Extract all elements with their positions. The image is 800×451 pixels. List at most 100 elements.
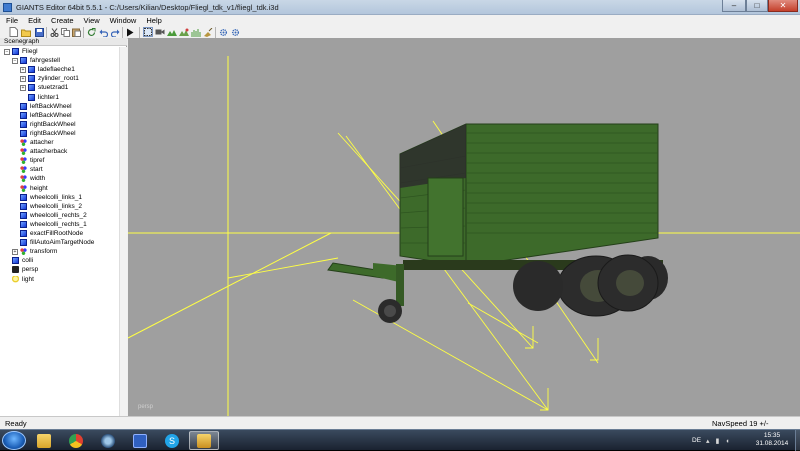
tree-node-label: attacherback bbox=[30, 148, 68, 156]
cube-icon bbox=[20, 202, 27, 210]
tree-node[interactable]: lichter1 bbox=[20, 93, 59, 102]
tree-node-label: leftBackWheel bbox=[30, 111, 72, 119]
tree-node[interactable]: height bbox=[12, 184, 48, 193]
tree-node-label: rightBackWheel bbox=[30, 120, 76, 128]
cube-icon bbox=[20, 230, 27, 237]
tree-node[interactable]: persp bbox=[4, 265, 38, 274]
cube-icon bbox=[20, 120, 27, 128]
menu-edit[interactable]: Edit bbox=[22, 15, 45, 26]
tree-node[interactable]: attacherback bbox=[12, 147, 67, 156]
tree-expander-icon[interactable]: + bbox=[12, 248, 18, 255]
tree-node[interactable]: wheelcolli_rechts_1 bbox=[12, 220, 87, 229]
tree-node[interactable]: leftBackWheel bbox=[12, 102, 72, 111]
tree-node[interactable]: light bbox=[4, 275, 34, 284]
menu-window[interactable]: Window bbox=[104, 15, 141, 26]
tree-node[interactable]: + zylinder_root1 bbox=[20, 74, 79, 83]
close-button[interactable]: ✕ bbox=[768, 0, 798, 12]
save-icon[interactable] bbox=[34, 27, 44, 37]
bulb-icon bbox=[12, 275, 19, 283]
tree-node[interactable]: start bbox=[12, 165, 43, 174]
cube-icon bbox=[28, 93, 35, 101]
foliage-icon[interactable] bbox=[191, 27, 201, 37]
dots-icon bbox=[20, 248, 27, 256]
settings-icon[interactable] bbox=[218, 27, 228, 37]
clock[interactable]: 15:35 31.08.2014 bbox=[752, 432, 792, 448]
file-explorer-icon[interactable] bbox=[29, 431, 59, 450]
menu-file[interactable]: File bbox=[0, 15, 22, 26]
tree-node[interactable]: − Fliegl bbox=[4, 47, 38, 56]
play-icon[interactable] bbox=[125, 27, 135, 37]
tree-node[interactable]: − fahrgestell bbox=[12, 56, 60, 65]
tree-node-label: colli bbox=[22, 257, 34, 265]
cube-icon bbox=[28, 84, 35, 92]
app-icon bbox=[3, 3, 12, 12]
tree-node[interactable]: + ladeflaeche1 bbox=[20, 65, 75, 74]
camera-icon[interactable] bbox=[155, 27, 165, 37]
tree-node-label: start bbox=[30, 166, 43, 174]
tree-node[interactable]: wheelcolli_links_1 bbox=[12, 193, 82, 202]
tree-node[interactable]: rightBackWheel bbox=[12, 120, 76, 129]
tree-expander-icon[interactable]: − bbox=[4, 48, 10, 55]
skype-icon[interactable]: S bbox=[157, 431, 187, 450]
tree-node[interactable]: rightBackWheel bbox=[12, 129, 76, 138]
new-file-icon[interactable] bbox=[8, 27, 18, 37]
dots-icon bbox=[20, 184, 27, 192]
tree-node[interactable]: fillAutoAimTargetNode bbox=[12, 238, 94, 247]
tree-node[interactable]: width bbox=[12, 174, 45, 183]
tree-node-label: tipref bbox=[30, 157, 45, 165]
menu-create[interactable]: Create bbox=[45, 15, 78, 26]
tree-expander-icon[interactable]: + bbox=[20, 84, 26, 91]
terrain-icon[interactable] bbox=[167, 27, 177, 37]
window-title: GIANTS Editor 64bit 5.5.1 - C:/Users/Kil… bbox=[16, 3, 279, 12]
cube-icon bbox=[20, 211, 27, 219]
tree-node-label: zylinder_root1 bbox=[38, 75, 79, 83]
scenegraph-panel: Scenegraph − Fliegl − fahrgestell + ladeflaec… bbox=[0, 38, 127, 416]
media-player-icon[interactable] bbox=[93, 431, 123, 450]
undo-icon[interactable] bbox=[98, 27, 108, 37]
tree-node-label: fahrgestell bbox=[30, 57, 60, 65]
tree-node[interactable]: + stuetzrad1 bbox=[20, 83, 68, 92]
viewport-scene bbox=[128, 56, 800, 416]
language-indicator[interactable]: DE bbox=[692, 437, 701, 444]
tree-node-label: ladeflaeche1 bbox=[38, 66, 75, 74]
tree-node-label: rightBackWheel bbox=[30, 129, 76, 137]
3d-viewport[interactable]: persp bbox=[128, 38, 800, 416]
cut-icon[interactable] bbox=[49, 27, 59, 37]
brush-icon[interactable] bbox=[203, 27, 213, 37]
giants-editor-icon[interactable] bbox=[125, 431, 155, 450]
tree-expander-icon[interactable]: − bbox=[12, 57, 18, 64]
paste-icon[interactable] bbox=[71, 27, 81, 37]
tree-node[interactable]: attacher bbox=[12, 138, 54, 147]
tree-node[interactable]: + transform bbox=[12, 247, 57, 256]
tree-node[interactable]: exactFillRootNode bbox=[12, 229, 83, 238]
maximize-button[interactable]: □ bbox=[746, 0, 768, 12]
tree-node-label: leftBackWheel bbox=[30, 102, 72, 110]
chrome-icon[interactable] bbox=[61, 431, 91, 450]
copy-icon[interactable] bbox=[60, 27, 70, 37]
cube-icon bbox=[28, 66, 35, 74]
cube-icon bbox=[20, 193, 27, 201]
title-bar[interactable]: GIANTS Editor 64bit 5.5.1 - C:/Users/Kil… bbox=[0, 0, 800, 15]
minimize-button[interactable]: – bbox=[722, 0, 746, 12]
menu-view[interactable]: View bbox=[78, 15, 104, 26]
tree-node[interactable]: colli bbox=[4, 256, 33, 265]
redo-icon[interactable] bbox=[110, 27, 120, 37]
tree-node[interactable]: tipref bbox=[12, 156, 44, 165]
select-icon[interactable] bbox=[143, 27, 153, 37]
tree-expander-icon[interactable]: + bbox=[20, 66, 26, 73]
tree-node-label: light bbox=[22, 275, 34, 283]
image-viewer-icon[interactable] bbox=[189, 431, 219, 450]
open-folder-icon[interactable] bbox=[21, 27, 31, 37]
tray-icons[interactable]: ▴ ▮ ◖ bbox=[706, 437, 731, 445]
paint-icon[interactable] bbox=[179, 27, 189, 37]
show-desktop-button[interactable] bbox=[795, 430, 800, 451]
menu-help[interactable]: Help bbox=[140, 15, 165, 26]
gear-icon[interactable] bbox=[230, 27, 240, 37]
refresh-icon[interactable] bbox=[86, 27, 96, 37]
scenegraph-scrollbar[interactable] bbox=[119, 47, 127, 416]
tree-expander-icon[interactable]: + bbox=[20, 75, 26, 82]
tree-node[interactable]: leftBackWheel bbox=[12, 111, 72, 120]
start-button[interactable] bbox=[2, 431, 26, 450]
tree-node[interactable]: wheelcolli_links_2 bbox=[12, 202, 82, 211]
tree-node[interactable]: wheelcolli_rechts_2 bbox=[12, 211, 87, 220]
